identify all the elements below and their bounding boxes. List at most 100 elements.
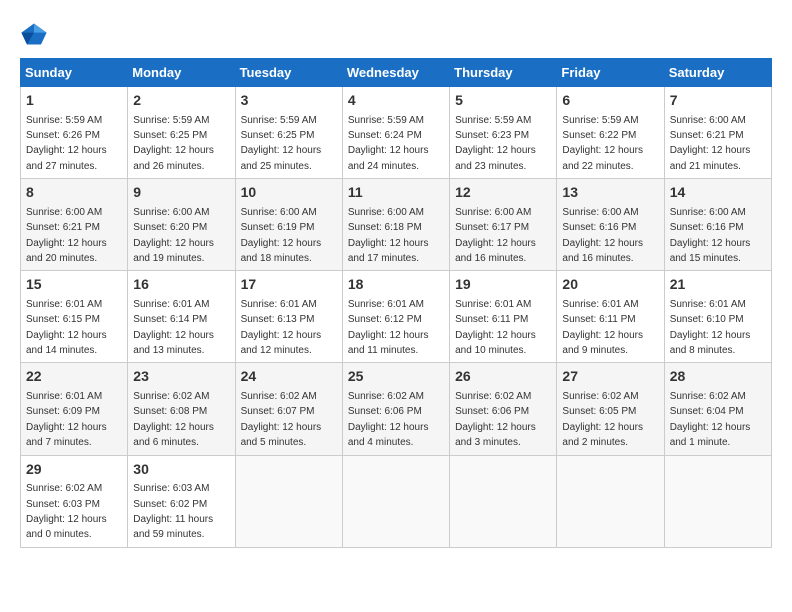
day-info: Sunrise: 5:59 AMSunset: 6:26 PMDaylight:…	[26, 115, 107, 172]
day-number: 26	[455, 367, 551, 387]
day-info: Sunrise: 6:02 AMSunset: 6:03 PMDaylight:…	[26, 483, 107, 540]
day-number: 15	[26, 275, 122, 295]
calendar-table: SundayMondayTuesdayWednesdayThursdayFrid…	[20, 58, 772, 548]
day-number: 21	[670, 275, 766, 295]
day-number: 22	[26, 367, 122, 387]
logo	[20, 20, 52, 48]
day-info: Sunrise: 6:01 AMSunset: 6:11 PMDaylight:…	[455, 299, 536, 356]
calendar-cell: 14 Sunrise: 6:00 AMSunset: 6:16 PMDayligh…	[664, 179, 771, 271]
col-header-saturday: Saturday	[664, 59, 771, 87]
day-number: 16	[133, 275, 229, 295]
day-number: 18	[348, 275, 444, 295]
calendar-cell: 16 Sunrise: 6:01 AMSunset: 6:14 PMDayligh…	[128, 271, 235, 363]
col-header-wednesday: Wednesday	[342, 59, 449, 87]
calendar-cell: 19 Sunrise: 6:01 AMSunset: 6:11 PMDayligh…	[450, 271, 557, 363]
calendar-cell	[664, 455, 771, 547]
calendar-cell: 5Sunrise: 5:59 AMSunset: 6:23 PMDaylight…	[450, 87, 557, 179]
day-number: 3	[241, 91, 337, 111]
calendar-cell: 6 Sunrise: 5:59 AMSunset: 6:22 PMDaylight…	[557, 87, 664, 179]
calendar-cell: 13 Sunrise: 6:00 AMSunset: 6:16 PMDayligh…	[557, 179, 664, 271]
day-number: 30	[133, 460, 229, 480]
day-info: Sunrise: 6:02 AMSunset: 6:07 PMDaylight:…	[241, 391, 322, 448]
day-info: Sunrise: 6:03 AMSunset: 6:02 PMDaylight:…	[133, 483, 213, 540]
calendar-cell: 23Sunrise: 6:02 AMSunset: 6:08 PMDayligh…	[128, 363, 235, 455]
calendar-cell: 27 Sunrise: 6:02 AMSunset: 6:05 PMDayligh…	[557, 363, 664, 455]
day-number: 9	[133, 183, 229, 203]
calendar-cell: 28 Sunrise: 6:02 AMSunset: 6:04 PMDayligh…	[664, 363, 771, 455]
col-header-tuesday: Tuesday	[235, 59, 342, 87]
day-number: 28	[670, 367, 766, 387]
day-info: Sunrise: 5:59 AMSunset: 6:22 PMDaylight:…	[562, 115, 643, 172]
calendar-cell: 11 Sunrise: 6:00 AMSunset: 6:18 PMDayligh…	[342, 179, 449, 271]
calendar-cell: 30 Sunrise: 6:03 AMSunset: 6:02 PMDayligh…	[128, 455, 235, 547]
calendar-cell	[342, 455, 449, 547]
calendar-cell: 21 Sunrise: 6:01 AMSunset: 6:10 PMDayligh…	[664, 271, 771, 363]
day-info: Sunrise: 5:59 AMSunset: 6:23 PMDaylight:…	[455, 115, 536, 172]
day-info: Sunrise: 6:00 AMSunset: 6:21 PMDaylight:…	[26, 207, 107, 264]
calendar-cell: 1Sunrise: 5:59 AMSunset: 6:26 PMDaylight…	[21, 87, 128, 179]
day-number: 17	[241, 275, 337, 295]
day-number: 19	[455, 275, 551, 295]
calendar-cell: 24 Sunrise: 6:02 AMSunset: 6:07 PMDayligh…	[235, 363, 342, 455]
calendar-cell: 3 Sunrise: 5:59 AMSunset: 6:25 PMDaylight…	[235, 87, 342, 179]
calendar-cell: 15 Sunrise: 6:01 AMSunset: 6:15 PMDayligh…	[21, 271, 128, 363]
calendar-cell: 2 Sunrise: 5:59 AMSunset: 6:25 PMDaylight…	[128, 87, 235, 179]
calendar-cell: 22 Sunrise: 6:01 AMSunset: 6:09 PMDayligh…	[21, 363, 128, 455]
calendar-cell: 17 Sunrise: 6:01 AMSunset: 6:13 PMDayligh…	[235, 271, 342, 363]
day-number: 29	[26, 460, 122, 480]
calendar-cell: 29 Sunrise: 6:02 AMSunset: 6:03 PMDayligh…	[21, 455, 128, 547]
day-info: Sunrise: 6:00 AMSunset: 6:18 PMDaylight:…	[348, 207, 429, 264]
day-info: Sunrise: 6:01 AMSunset: 6:12 PMDaylight:…	[348, 299, 429, 356]
day-info: Sunrise: 6:00 AMSunset: 6:16 PMDaylight:…	[670, 207, 751, 264]
day-info: Sunrise: 5:59 AMSunset: 6:24 PMDaylight:…	[348, 115, 429, 172]
day-info: Sunrise: 5:59 AMSunset: 6:25 PMDaylight:…	[241, 115, 322, 172]
col-header-friday: Friday	[557, 59, 664, 87]
calendar-cell: 4 Sunrise: 5:59 AMSunset: 6:24 PMDaylight…	[342, 87, 449, 179]
day-number: 7	[670, 91, 766, 111]
day-info: Sunrise: 6:02 AMSunset: 6:04 PMDaylight:…	[670, 391, 751, 448]
day-info: Sunrise: 6:02 AMSunset: 6:05 PMDaylight:…	[562, 391, 643, 448]
day-number: 8	[26, 183, 122, 203]
calendar-cell: 25 Sunrise: 6:02 AMSunset: 6:06 PMDayligh…	[342, 363, 449, 455]
day-info: Sunrise: 6:00 AMSunset: 6:20 PMDaylight:…	[133, 207, 214, 264]
header	[20, 20, 772, 48]
day-number: 10	[241, 183, 337, 203]
day-number: 2	[133, 91, 229, 111]
col-header-sunday: Sunday	[21, 59, 128, 87]
calendar-cell: 18 Sunrise: 6:01 AMSunset: 6:12 PMDayligh…	[342, 271, 449, 363]
day-info: Sunrise: 6:00 AMSunset: 6:21 PMDaylight:…	[670, 115, 751, 172]
calendar-cell	[235, 455, 342, 547]
day-number: 12	[455, 183, 551, 203]
day-info: Sunrise: 6:01 AMSunset: 6:11 PMDaylight:…	[562, 299, 643, 356]
day-number: 6	[562, 91, 658, 111]
calendar-cell: 9 Sunrise: 6:00 AMSunset: 6:20 PMDaylight…	[128, 179, 235, 271]
day-number: 23	[133, 367, 229, 387]
day-info: Sunrise: 6:01 AMSunset: 6:15 PMDaylight:…	[26, 299, 107, 356]
day-info: Sunrise: 5:59 AMSunset: 6:25 PMDaylight:…	[133, 115, 214, 172]
calendar-cell: 12 Sunrise: 6:00 AMSunset: 6:17 PMDayligh…	[450, 179, 557, 271]
day-info: Sunrise: 6:01 AMSunset: 6:14 PMDaylight:…	[133, 299, 214, 356]
col-header-thursday: Thursday	[450, 59, 557, 87]
calendar-cell	[450, 455, 557, 547]
calendar-cell: 20 Sunrise: 6:01 AMSunset: 6:11 PMDayligh…	[557, 271, 664, 363]
day-number: 4	[348, 91, 444, 111]
day-info: Sunrise: 6:01 AMSunset: 6:09 PMDaylight:…	[26, 391, 107, 448]
col-header-monday: Monday	[128, 59, 235, 87]
day-number: 27	[562, 367, 658, 387]
day-number: 24	[241, 367, 337, 387]
day-number: 25	[348, 367, 444, 387]
day-info: Sunrise: 6:01 AMSunset: 6:10 PMDaylight:…	[670, 299, 751, 356]
day-number: 20	[562, 275, 658, 295]
logo-icon	[20, 20, 48, 48]
day-info: Sunrise: 6:00 AMSunset: 6:16 PMDaylight:…	[562, 207, 643, 264]
day-info: Sunrise: 6:02 AMSunset: 6:06 PMDaylight:…	[455, 391, 536, 448]
day-number: 11	[348, 183, 444, 203]
day-info: Sunrise: 6:00 AMSunset: 6:19 PMDaylight:…	[241, 207, 322, 264]
calendar-cell: 7 Sunrise: 6:00 AMSunset: 6:21 PMDaylight…	[664, 87, 771, 179]
day-info: Sunrise: 6:01 AMSunset: 6:13 PMDaylight:…	[241, 299, 322, 356]
day-number: 13	[562, 183, 658, 203]
day-info: Sunrise: 6:02 AMSunset: 6:06 PMDaylight:…	[348, 391, 429, 448]
day-info: Sunrise: 6:00 AMSunset: 6:17 PMDaylight:…	[455, 207, 536, 264]
day-number: 14	[670, 183, 766, 203]
calendar-cell: 10 Sunrise: 6:00 AMSunset: 6:19 PMDayligh…	[235, 179, 342, 271]
